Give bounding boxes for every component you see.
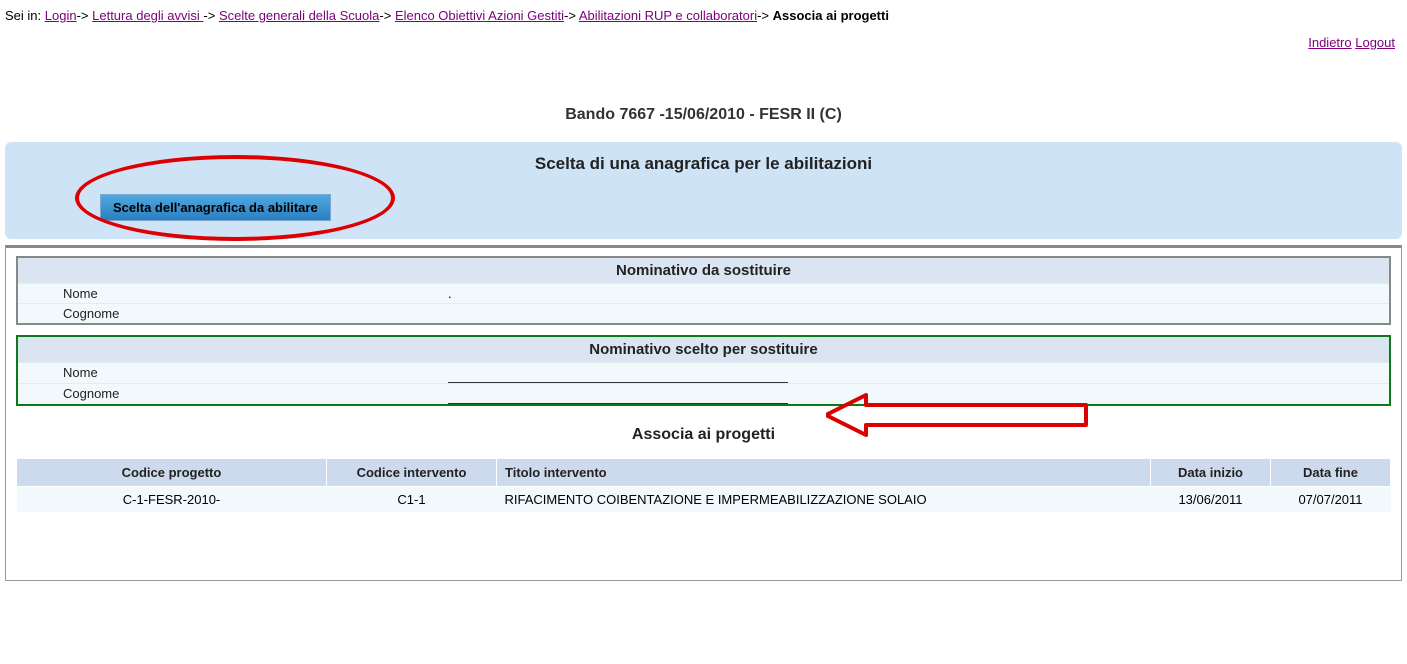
- breadcrumb-sep: ->: [203, 8, 219, 23]
- section-panel: Scelta di una anagrafica per le abilitaz…: [5, 142, 1402, 239]
- spacer-box: [434, 60, 974, 100]
- panel-header: Nominativo da sostituire: [18, 258, 1389, 283]
- breadcrumb: Sei in: Login-> Lettura degli avvisi -> …: [0, 0, 1407, 31]
- breadcrumb-link-abilitazioni[interactable]: Abilitazioni RUP e collaboratori: [579, 8, 757, 23]
- panel-nominativo-scelto: Nominativo scelto per sostituire Nome Co…: [16, 335, 1391, 406]
- td-data-fine: 07/07/2011: [1271, 487, 1391, 513]
- th-data-inizio: Data inizio: [1151, 459, 1271, 487]
- td-codice-progetto: C-1-FESR-2010-: [17, 487, 327, 513]
- nome-value: [448, 363, 788, 383]
- bando-title: Bando 7667 -15/06/2010 - FESR II (C): [5, 100, 1402, 142]
- nome-label: Nome: [18, 284, 448, 303]
- cognome-label: Cognome: [18, 384, 448, 404]
- breadcrumb-prefix: Sei in:: [5, 8, 41, 23]
- nome-label: Nome: [18, 363, 448, 383]
- cognome-value: [448, 304, 788, 323]
- associa-title: Associa ai progetti: [16, 416, 1391, 458]
- th-titolo-intervento: Titolo intervento: [497, 459, 1151, 487]
- breadcrumb-sep: ->: [564, 8, 579, 23]
- content-box: Nominativo da sostituire Nome . Cognome …: [5, 245, 1402, 581]
- cognome-value: [448, 384, 788, 404]
- panel-header: Nominativo scelto per sostituire: [18, 337, 1389, 362]
- th-data-fine: Data fine: [1271, 459, 1391, 487]
- td-titolo-intervento: RIFACIMENTO COIBENTAZIONE E IMPERMEABILI…: [497, 487, 1151, 513]
- projects-table: Codice progetto Codice intervento Titolo…: [16, 458, 1391, 512]
- td-codice-intervento: C1-1: [327, 487, 497, 513]
- th-codice-intervento: Codice intervento: [327, 459, 497, 487]
- breadcrumb-link-scelte[interactable]: Scelte generali della Scuola: [219, 8, 379, 23]
- breadcrumb-link-elenco[interactable]: Elenco Obiettivi Azioni Gestiti: [395, 8, 564, 23]
- table-header-row: Codice progetto Codice intervento Titolo…: [17, 459, 1391, 487]
- breadcrumb-sep: ->: [757, 8, 773, 23]
- td-data-inizio: 13/06/2011: [1151, 487, 1271, 513]
- panel-nominativo-sostituire: Nominativo da sostituire Nome . Cognome: [16, 256, 1391, 325]
- breadcrumb-link-login[interactable]: Login: [45, 8, 77, 23]
- section-title: Scelta di una anagrafica per le abilitaz…: [5, 154, 1402, 190]
- nome-value: .: [448, 284, 788, 303]
- breadcrumb-link-lettura[interactable]: Lettura degli avvisi: [92, 8, 203, 23]
- th-codice-progetto: Codice progetto: [17, 459, 327, 487]
- cognome-label: Cognome: [18, 304, 448, 323]
- table-row: C-1-FESR-2010- C1-1 RIFACIMENTO COIBENTA…: [17, 487, 1391, 513]
- breadcrumb-sep: ->: [379, 8, 395, 23]
- scelta-anagrafica-button[interactable]: Scelta dell'anagrafica da abilitare: [100, 194, 331, 221]
- logout-link[interactable]: Logout: [1355, 35, 1395, 50]
- indietro-link[interactable]: Indietro: [1308, 35, 1351, 50]
- breadcrumb-sep: ->: [77, 8, 93, 23]
- top-links: Indietro Logout: [0, 31, 1407, 60]
- breadcrumb-current: Associa ai progetti: [773, 8, 889, 23]
